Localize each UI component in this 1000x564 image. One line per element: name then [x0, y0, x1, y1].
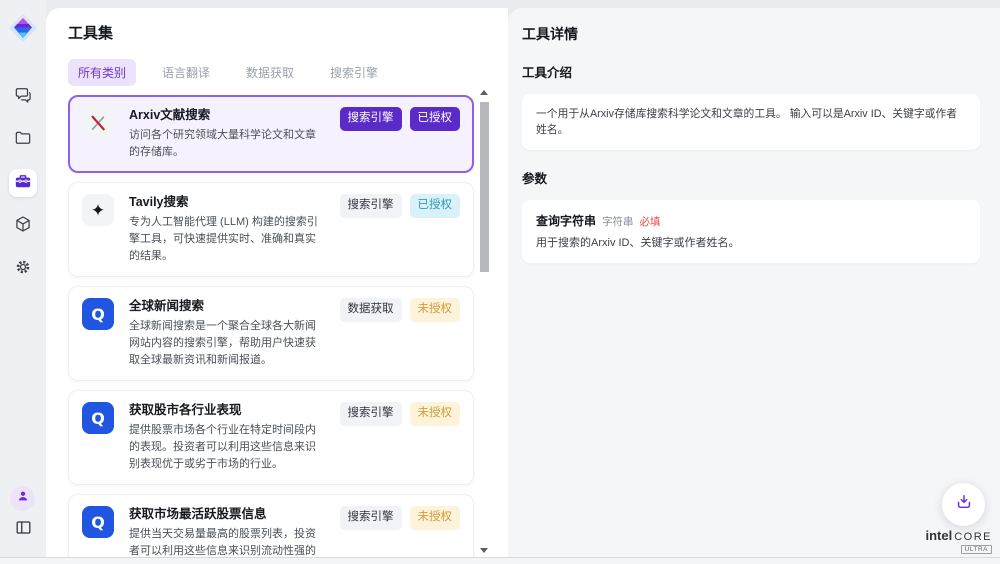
toolkit-panel: 工具集 所有类别 语言翻译 数据获取 搜索引擎 Arxiv文献搜索 访问各个研究… — [46, 8, 508, 557]
params-heading: 参数 — [522, 171, 980, 188]
tool-description: 提供当天交易量最高的股票列表，投资者可以利用这些信息来识别流动性强的股票和潜在的… — [129, 526, 325, 557]
tool-card-active-stocks[interactable]: Q 获取市场最活跃股票信息 提供当天交易量最高的股票列表，投资者可以利用这些信息… — [68, 494, 474, 557]
param-description: 用于搜索的Arxiv ID、关键字或作者姓名。 — [536, 236, 966, 251]
auth-status-badge: 未授权 — [410, 506, 461, 530]
gear-icon — [13, 257, 33, 282]
package-icon — [13, 214, 33, 239]
tool-description: 访问各个研究领域大量科学论文和文章的存储库。 — [129, 127, 325, 161]
intro-text: 一个用于从Arxiv存储库搜索科学论文和文章的工具。 输入可以是Arxiv ID… — [536, 106, 966, 138]
param-box: 查询字符串 字符串 必填 用于搜索的Arxiv ID、关键字或作者姓名。 — [522, 200, 980, 263]
folder-icon — [13, 128, 33, 153]
user-avatar[interactable] — [10, 486, 35, 511]
intro-heading: 工具介绍 — [522, 65, 980, 82]
brand-intel: intel — [925, 528, 952, 543]
auth-status-badge: 未授权 — [410, 298, 461, 322]
param-name: 查询字符串 — [536, 212, 596, 229]
sidebar — [0, 0, 46, 557]
tool-description: 提供股票市场各个行业在特定时间段内的表现。投资者可以利用这些信息来识别表现优于或… — [129, 422, 325, 473]
tool-title: Arxiv文献搜索 — [129, 107, 325, 124]
page-title: 工具集 — [68, 24, 474, 44]
tool-card-sector-performance[interactable]: Q 获取股市各行业表现 提供股票市场各个行业在特定时间段内的表现。投资者可以利用… — [68, 390, 474, 485]
tool-title: 获取市场最活跃股票信息 — [129, 506, 325, 523]
category-badge: 搜索引擎 — [340, 506, 402, 530]
collapse-sidebar-button[interactable] — [11, 518, 35, 542]
tool-description: 全球新闻搜索是一个聚合全球各大新闻网站内容的搜索引擎，帮助用户快速获取全球最新资… — [129, 318, 325, 369]
news-search-icon: Q — [82, 298, 114, 330]
download-button[interactable] — [942, 483, 985, 526]
tool-title: 获取股市各行业表现 — [129, 402, 325, 419]
chat-icon — [13, 85, 33, 110]
tool-detail-panel: 工具详情 工具介绍 一个用于从Arxiv存储库搜索科学论文和文章的工具。 输入可… — [508, 8, 1000, 557]
brand-badge: ultra — [961, 545, 992, 554]
auth-status-badge: 已授权 — [410, 194, 461, 218]
brand-core: core — [954, 531, 992, 543]
tab-all-categories[interactable]: 所有类别 — [68, 59, 136, 86]
sidebar-item-files[interactable] — [9, 126, 37, 154]
tool-card-global-news[interactable]: Q 全球新闻搜索 全球新闻搜索是一个聚合全球各大新闻网站内容的搜索引擎，帮助用户… — [68, 286, 474, 381]
tool-title: Tavily搜索 — [129, 194, 325, 211]
arxiv-icon — [82, 107, 114, 139]
user-icon — [16, 489, 30, 508]
tool-card-list: Arxiv文献搜索 访问各个研究领域大量科学论文和文章的存储库。 搜索引擎 已授… — [68, 95, 474, 557]
category-tabs: 所有类别 语言翻译 数据获取 搜索引擎 — [68, 59, 474, 86]
auth-status-badge: 未授权 — [410, 402, 461, 426]
intro-box: 一个用于从Arxiv存储库搜索科学论文和文章的工具。 输入可以是Arxiv ID… — [522, 94, 980, 150]
download-icon — [954, 492, 974, 517]
sidebar-item-packages[interactable] — [9, 212, 37, 240]
category-badge: 搜索引擎 — [340, 194, 402, 218]
sidebar-item-chat[interactable] — [9, 83, 37, 111]
stock-search-icon: Q — [82, 402, 114, 434]
tool-card-tavily[interactable]: ✦ Tavily搜索 专为人工智能代理 (LLM) 构建的搜索引擎工具，可快速提… — [68, 182, 474, 277]
sidebar-item-toolkit[interactable] — [9, 169, 37, 197]
tab-search-engine[interactable]: 搜索引擎 — [320, 59, 388, 86]
intel-core-logo: intel core ultra — [930, 528, 992, 554]
auth-status-badge: 已授权 — [410, 107, 461, 131]
panel-left-icon — [14, 518, 33, 542]
list-scrollbar[interactable] — [480, 88, 489, 557]
category-badge: 搜索引擎 — [340, 402, 402, 426]
detail-title: 工具详情 — [522, 24, 980, 44]
scrollbar-thumb[interactable] — [480, 102, 489, 272]
stock-search-icon: Q — [82, 506, 114, 538]
scroll-up-arrow-icon[interactable] — [480, 90, 488, 95]
scroll-down-arrow-icon[interactable] — [480, 548, 488, 553]
toolbox-icon — [13, 171, 33, 196]
category-badge: 数据获取 — [340, 298, 402, 322]
tool-title: 全球新闻搜索 — [129, 298, 325, 315]
tab-data-fetch[interactable]: 数据获取 — [236, 59, 304, 86]
star-icon: ✦ — [82, 194, 114, 226]
tab-translation[interactable]: 语言翻译 — [152, 59, 220, 86]
tool-card-arxiv[interactable]: Arxiv文献搜索 访问各个研究领域大量科学论文和文章的存储库。 搜索引擎 已授… — [68, 95, 474, 173]
param-required-flag: 必填 — [640, 214, 661, 229]
sidebar-item-settings[interactable] — [9, 255, 37, 283]
category-badge: 搜索引擎 — [340, 107, 402, 131]
tool-description: 专为人工智能代理 (LLM) 构建的搜索引擎工具，可快速提供实时、准确和真实的结… — [129, 214, 325, 265]
app-logo-icon — [7, 11, 39, 45]
param-type: 字符串 — [602, 214, 634, 229]
